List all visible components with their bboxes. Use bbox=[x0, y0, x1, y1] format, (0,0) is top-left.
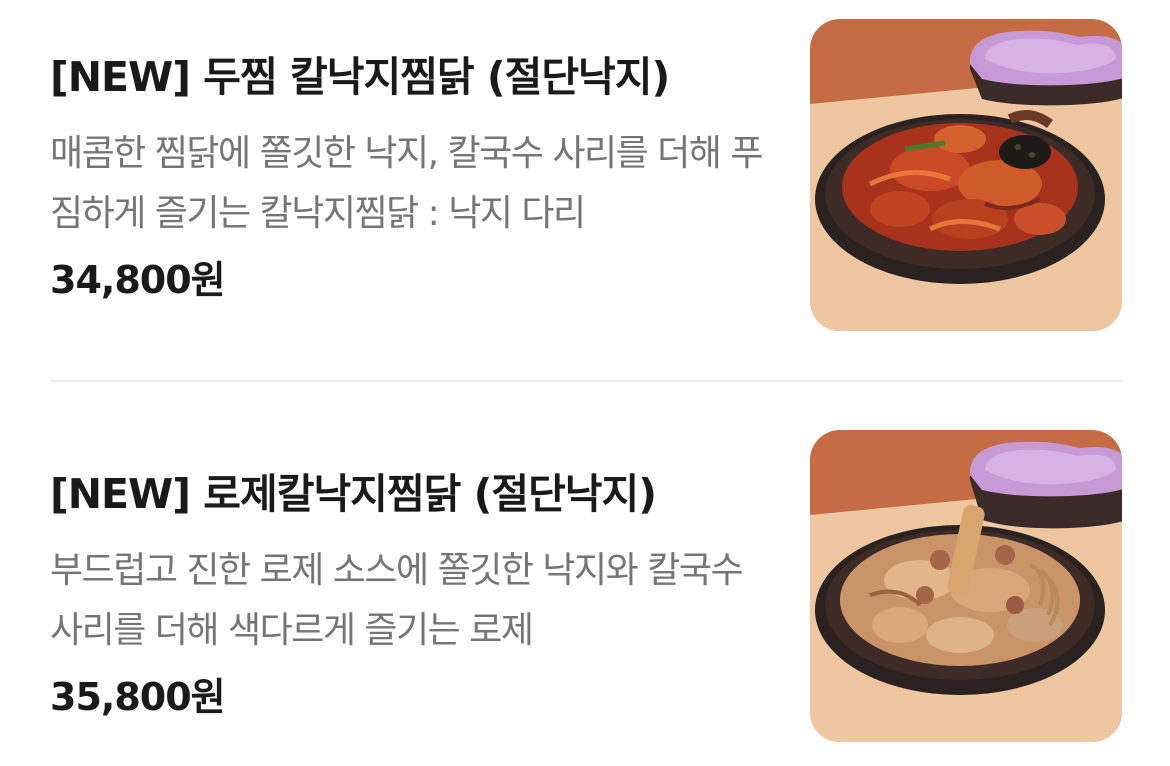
menu-item-title: [NEW] 두찜 칼낙지찜닭 (절단낙지) bbox=[50, 53, 670, 101]
rose-chicken-dish-image[interactable] bbox=[810, 430, 1122, 742]
spicy-chicken-dish-illustration bbox=[810, 19, 1122, 331]
menu-item-title: [NEW] 로제칼낙지찜닭 (절단낙지) bbox=[50, 470, 657, 518]
spicy-chicken-dish-image[interactable] bbox=[810, 19, 1122, 331]
menu-item-1[interactable]: [NEW] 두찜 칼낙지찜닭 (절단낙지) 매콤한 찜닭에 쫄깃한 낙지, 칼국… bbox=[0, 0, 1170, 331]
item-divider bbox=[50, 380, 1122, 382]
menu-item-description: 부드럽고 진한 로제 소스에 쫄깃한 낙지와 칼국수 사리를 더해 색다르게 즐… bbox=[50, 550, 744, 651]
menu-item-price: 35,800원 bbox=[50, 675, 226, 719]
rose-chicken-dish-illustration bbox=[810, 430, 1122, 742]
dish-plate bbox=[815, 110, 1105, 284]
container-lid bbox=[969, 441, 1122, 529]
menu-item-description: 매콤한 찜닭에 쫄깃한 낙지, 칼국수 사리를 더해 푸짐하게 즐기는 칼낙지찜… bbox=[50, 133, 763, 234]
menu-item-text: [NEW] 두찜 칼낙지찜닭 (절단낙지) 매콤한 찜닭에 쫄깃한 낙지, 칼국… bbox=[50, 40, 780, 310]
container-lid bbox=[969, 30, 1122, 106]
menu-item-2[interactable]: [NEW] 로제칼낙지찜닭 (절단낙지) 부드럽고 진한 로제 소스에 쫄깃한 … bbox=[0, 412, 1170, 742]
menu-item-price: 34,800원 bbox=[50, 258, 226, 302]
menu-item-text: [NEW] 로제칼낙지찜닭 (절단낙지) 부드럽고 진한 로제 소스에 쫄깃한 … bbox=[50, 457, 780, 727]
